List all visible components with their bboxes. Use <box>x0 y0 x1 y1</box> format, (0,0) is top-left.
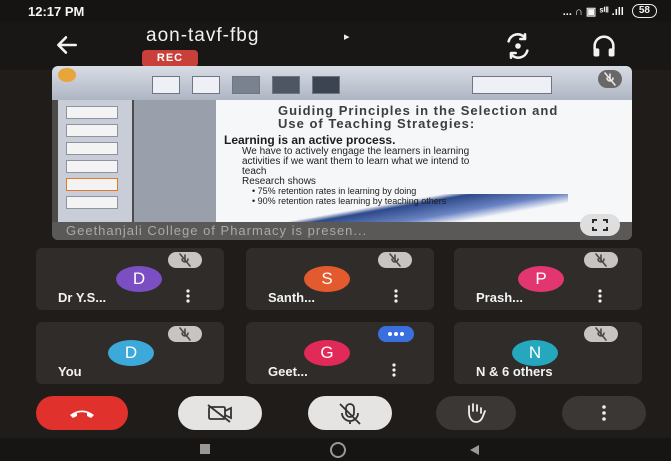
slide-title: Guiding Principles in the Selection and … <box>278 104 618 130</box>
raise-hand-icon <box>468 403 486 423</box>
slide-thumb <box>66 106 118 119</box>
participant-tile-group[interactable]: N N & 6 others <box>454 322 642 384</box>
headphones-icon[interactable] <box>590 32 618 60</box>
mic-off-icon <box>168 252 202 268</box>
participant-name: You <box>58 364 82 379</box>
slide-bullet: • 75% retention rates in learning by doi… <box>252 186 417 196</box>
slide-thumb <box>66 160 118 173</box>
participant-name: N & 6 others <box>476 364 553 379</box>
participant-avatar: S <box>304 266 350 292</box>
meeting-code[interactable]: aon-tavf-fbg <box>146 25 259 47</box>
mic-off-icon <box>584 252 618 268</box>
presentation-tile[interactable]: Guiding Principles in the Selection and … <box>52 66 632 240</box>
status-icons: ... ∩ ▣ ˢⁱˡˡ .ıll 58 <box>563 4 657 18</box>
ribbon-theme-4 <box>272 76 300 94</box>
ribbon-theme-5 <box>312 76 340 94</box>
more-vertical-icon[interactable] <box>596 288 604 304</box>
camera-off-button[interactable] <box>178 396 262 430</box>
presenter-caption: Geethanjali College of Pharmacy is prese… <box>52 222 632 240</box>
ribbon-theme-3 <box>232 76 260 94</box>
back-arrow-icon[interactable] <box>54 32 80 58</box>
status-time: 12:17 PM <box>28 3 85 19</box>
participant-avatar: G <box>304 340 350 366</box>
mic-off-icon <box>378 252 412 268</box>
slide-bullet: • 90% retention rates learning by teachi… <box>252 196 447 206</box>
participant-avatar: N <box>512 340 558 366</box>
end-call-icon <box>70 410 94 418</box>
participant-tile[interactable]: S Santh... <box>246 248 434 310</box>
participant-tile[interactable]: G Geet... <box>246 322 434 384</box>
slide-thumb <box>66 196 118 209</box>
slide-thumb-active <box>66 178 118 191</box>
slide-bullet: activities if we want them to learn what… <box>242 156 470 167</box>
switch-camera-icon[interactable] <box>504 32 532 60</box>
ribbon-theme-2 <box>192 76 220 94</box>
call-controls <box>0 390 671 438</box>
raise-hand-button[interactable] <box>436 396 516 430</box>
status-bar: 12:17 PM ... ∩ ▣ ˢⁱˡˡ .ıll 58 <box>0 0 671 22</box>
slide-content: Guiding Principles in the Selection and … <box>208 100 632 234</box>
recents-nav-icon[interactable] <box>200 444 210 454</box>
office-button-icon <box>58 68 76 82</box>
ribbon-group <box>472 76 552 94</box>
ribbon-theme-1 <box>152 76 180 94</box>
battery-icon: 58 <box>631 4 657 18</box>
more-vertical-icon[interactable] <box>390 362 398 378</box>
more-vertical-icon[interactable] <box>392 288 400 304</box>
participant-tile[interactable]: D Dr Y.S... <box>36 248 224 310</box>
presentation-mic-off-icon <box>598 70 622 88</box>
mic-off-icon <box>584 326 618 342</box>
more-vertical-icon[interactable] <box>184 288 192 304</box>
back-nav-icon[interactable] <box>468 444 480 456</box>
more-vertical-icon <box>602 405 606 421</box>
more-options-button[interactable] <box>562 396 646 430</box>
participant-name: Geet... <box>268 364 308 379</box>
ppt-workspace <box>134 100 216 224</box>
fullscreen-icon[interactable] <box>580 214 620 236</box>
camera-off-icon <box>207 404 232 423</box>
participant-tile[interactable]: P Prash... <box>454 248 642 310</box>
slide-title-line-2: Use of Teaching Strategies: <box>278 116 476 131</box>
participant-name: Dr Y.S... <box>58 290 107 305</box>
recording-badge: REC <box>142 50 198 67</box>
slide-bullet: Learning is an active process. <box>224 133 396 147</box>
network-icons: ... ∩ ▣ ˢⁱˡˡ .ıll <box>562 5 624 18</box>
meeting-info-caret-icon[interactable]: ▸ <box>344 30 350 43</box>
mic-off-icon <box>168 326 202 342</box>
slide-thumb <box>66 124 118 137</box>
system-nav-bar <box>0 438 671 461</box>
participant-tile-self[interactable]: D You <box>36 322 224 384</box>
participant-name: Prash... <box>476 290 523 305</box>
mic-off-button[interactable] <box>308 396 392 430</box>
slide-thumb <box>66 142 118 155</box>
participant-name: Santh... <box>268 290 315 305</box>
speaking-indicator-icon <box>378 326 414 342</box>
meeting-header: aon-tavf-fbg ▸ REC <box>0 22 671 70</box>
end-call-button[interactable] <box>36 396 128 430</box>
participant-avatar: P <box>518 266 564 292</box>
participant-avatar: D <box>108 340 154 366</box>
slide-thumbnails <box>58 100 132 224</box>
mic-off-icon <box>339 403 361 425</box>
ppt-ribbon <box>52 66 632 100</box>
home-nav-icon[interactable] <box>330 442 346 458</box>
participant-avatar: D <box>116 266 162 292</box>
